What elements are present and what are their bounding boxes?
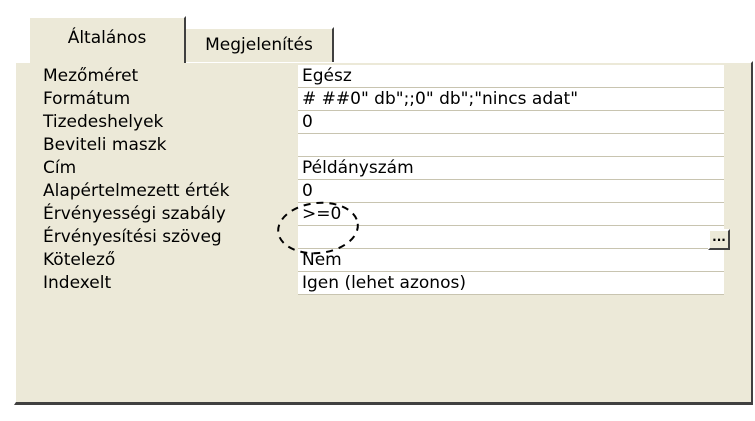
property-label: Mezőméret — [43, 66, 139, 86]
tab-megjelenites[interactable]: Megjelenítés — [186, 27, 334, 62]
property-label: Tizedeshelyek — [43, 112, 164, 132]
property-label: Érvényességi szabály — [43, 204, 226, 224]
property-label: Alapértelmezett érték — [43, 181, 230, 201]
property-value-field[interactable]: Egész — [298, 65, 724, 88]
expression-builder-button[interactable]: ... — [708, 229, 730, 250]
property-value-field[interactable]: Példányszám — [298, 157, 724, 180]
property-label: Kötelező — [43, 250, 116, 270]
property-value-field[interactable]: # ##0" db";;0" db";"nincs adat" — [298, 88, 724, 111]
properties-panel: Mezőméret Egész Formátum # ##0" db";;0" … — [14, 61, 753, 405]
property-value-field[interactable] — [298, 226, 724, 249]
field-properties-dialog: Általános Megjelenítés Mezőméret Egész F… — [0, 0, 755, 421]
property-value-field[interactable]: Igen (lehet azonos) — [298, 272, 724, 295]
property-label: Indexelt — [43, 273, 112, 293]
property-label: Érvényesítési szöveg — [43, 227, 222, 247]
property-value-field[interactable]: Nem — [298, 249, 724, 272]
property-value-field[interactable]: >=0 — [298, 203, 724, 226]
property-value-field[interactable]: 0 — [298, 180, 724, 203]
property-value-field[interactable]: 0 — [298, 111, 724, 134]
tab-altalanos[interactable]: Általános — [28, 16, 186, 63]
property-label: Cím — [43, 158, 77, 178]
property-value-field[interactable] — [298, 134, 724, 157]
property-label: Formátum — [43, 89, 131, 109]
property-label: Beviteli maszk — [43, 135, 167, 155]
